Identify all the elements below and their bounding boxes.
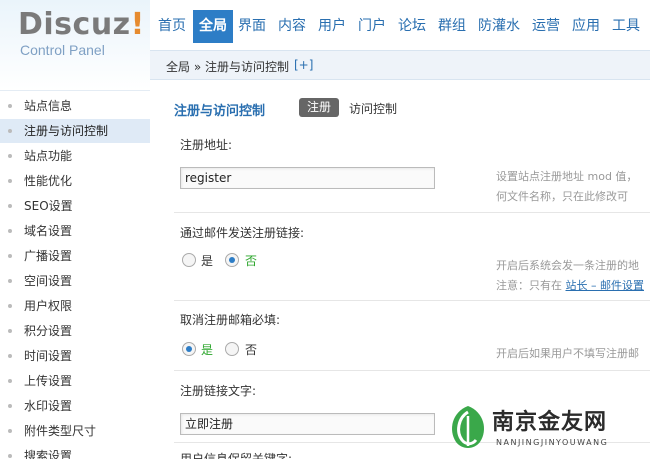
sidebar-item-register-access[interactable]: 注册与访问控制	[0, 119, 150, 143]
sidebar-item-site-info[interactable]: 站点信息	[0, 94, 150, 118]
email-optional-label: 取消注册邮箱必填:	[180, 313, 281, 327]
nav-tools[interactable]: 工具	[608, 10, 644, 43]
sidebar-item-upload[interactable]: 上传设置	[0, 369, 150, 393]
sidebar-item-watermark[interactable]: 水印设置	[0, 394, 150, 418]
watermark-subtitle: NANJINGJINYOUWANG	[496, 438, 609, 447]
register-url-label: 注册地址:	[180, 138, 233, 152]
sidebar-item-space[interactable]: 空间设置	[0, 269, 150, 293]
sidebar-item-performance[interactable]: 性能优化	[0, 169, 150, 193]
mail-settings-link[interactable]: 站长 – 邮件设置	[566, 279, 645, 292]
sidebar: 站点信息 注册与访问控制 站点功能 性能优化 SEO设置 域名设置 广播设置 空…	[0, 90, 150, 459]
sidebar-item-attachment-types[interactable]: 附件类型尺寸	[0, 419, 150, 443]
email-link-no-radio[interactable]	[225, 253, 239, 267]
nav-anti-spam[interactable]: 防灌水	[474, 10, 524, 43]
sidebar-item-seo[interactable]: SEO设置	[0, 194, 150, 218]
nav-apps[interactable]: 应用	[568, 10, 604, 43]
email-link-no-label: 否	[245, 254, 258, 268]
top-navigation: 首页 全局 界面 内容 用户 门户 论坛 群组 防灌水 运营 应用 工具	[150, 10, 650, 43]
nav-groups[interactable]: 群组	[434, 10, 470, 43]
discuz-logo[interactable]: Discuz! Control Panel	[0, 0, 150, 90]
add-shortcut-button[interactable]: [+]	[294, 58, 313, 72]
nav-users[interactable]: 用户	[314, 10, 350, 43]
breadcrumb: 全局 » 注册与访问控制 [+]	[150, 50, 650, 80]
logo-subtitle: Control Panel	[20, 42, 105, 58]
logo-text: Discuz	[18, 7, 131, 42]
email-link-desc-line1: 开启后系统会发一条注册的地	[496, 259, 639, 272]
nav-operations[interactable]: 运营	[528, 10, 564, 43]
page-title: 注册与访问控制	[174, 104, 266, 119]
email-optional-yes-radio[interactable]	[182, 342, 196, 356]
tab-access-control[interactable]: 访问控制	[349, 100, 397, 117]
email-optional-no-radio[interactable]	[225, 342, 239, 356]
nav-interface[interactable]: 界面	[234, 10, 270, 43]
register-link-text-input[interactable]: 立即注册	[180, 413, 435, 435]
register-url-desc-line2: 何文件名称，只在此修改可	[496, 190, 628, 203]
register-link-text-label: 注册链接文字:	[180, 384, 257, 398]
divider	[174, 300, 650, 301]
email-optional-yes-label: 是	[201, 343, 214, 357]
nav-global[interactable]: 全局	[193, 10, 233, 43]
sidebar-item-time[interactable]: 时间设置	[0, 344, 150, 368]
logo-bang: !	[130, 7, 145, 42]
reserved-keywords-label: 用户信息保留关键字:	[180, 452, 293, 459]
tab-register[interactable]: 注册	[299, 98, 339, 117]
watermark-title: 南京金友网	[492, 410, 608, 435]
email-optional-no-label: 否	[245, 343, 258, 357]
email-register-link-label: 通过邮件发送注册链接:	[180, 226, 305, 240]
email-link-yes-radio[interactable]	[182, 253, 196, 267]
nav-content[interactable]: 内容	[274, 10, 310, 43]
email-optional-desc: 开启后如果用户不填写注册邮	[496, 347, 639, 360]
register-url-input[interactable]: register	[180, 167, 435, 189]
nav-home[interactable]: 首页	[152, 10, 192, 43]
email-link-yes-label: 是	[201, 254, 214, 268]
sidebar-item-site-features[interactable]: 站点功能	[0, 144, 150, 168]
leaf-logo-icon	[452, 406, 484, 448]
email-link-desc-prefix: 注意：只有在	[496, 279, 566, 292]
nav-forum[interactable]: 论坛	[394, 10, 430, 43]
divider	[174, 212, 650, 213]
sidebar-item-credits[interactable]: 积分设置	[0, 319, 150, 343]
divider	[174, 370, 650, 371]
nav-portal[interactable]: 门户	[354, 10, 390, 43]
sidebar-item-user-permissions[interactable]: 用户权限	[0, 294, 150, 318]
sidebar-item-search[interactable]: 搜索设置	[0, 444, 150, 459]
site-watermark: 南京金友网 NANJINGJINYOUWANG	[446, 400, 650, 459]
breadcrumb-path: 全局 » 注册与访问控制	[166, 60, 289, 74]
email-link-desc-line2: 注意：只有在 站长 – 邮件设置	[496, 277, 644, 293]
header: Discuz! Control Panel 首页 全局 界面 内容 用户 门户 …	[0, 0, 650, 90]
register-url-desc-line1: 设置站点注册地址 mod 值，	[496, 170, 638, 183]
sidebar-item-domain[interactable]: 域名设置	[0, 219, 150, 243]
sidebar-item-broadcast[interactable]: 广播设置	[0, 244, 150, 268]
